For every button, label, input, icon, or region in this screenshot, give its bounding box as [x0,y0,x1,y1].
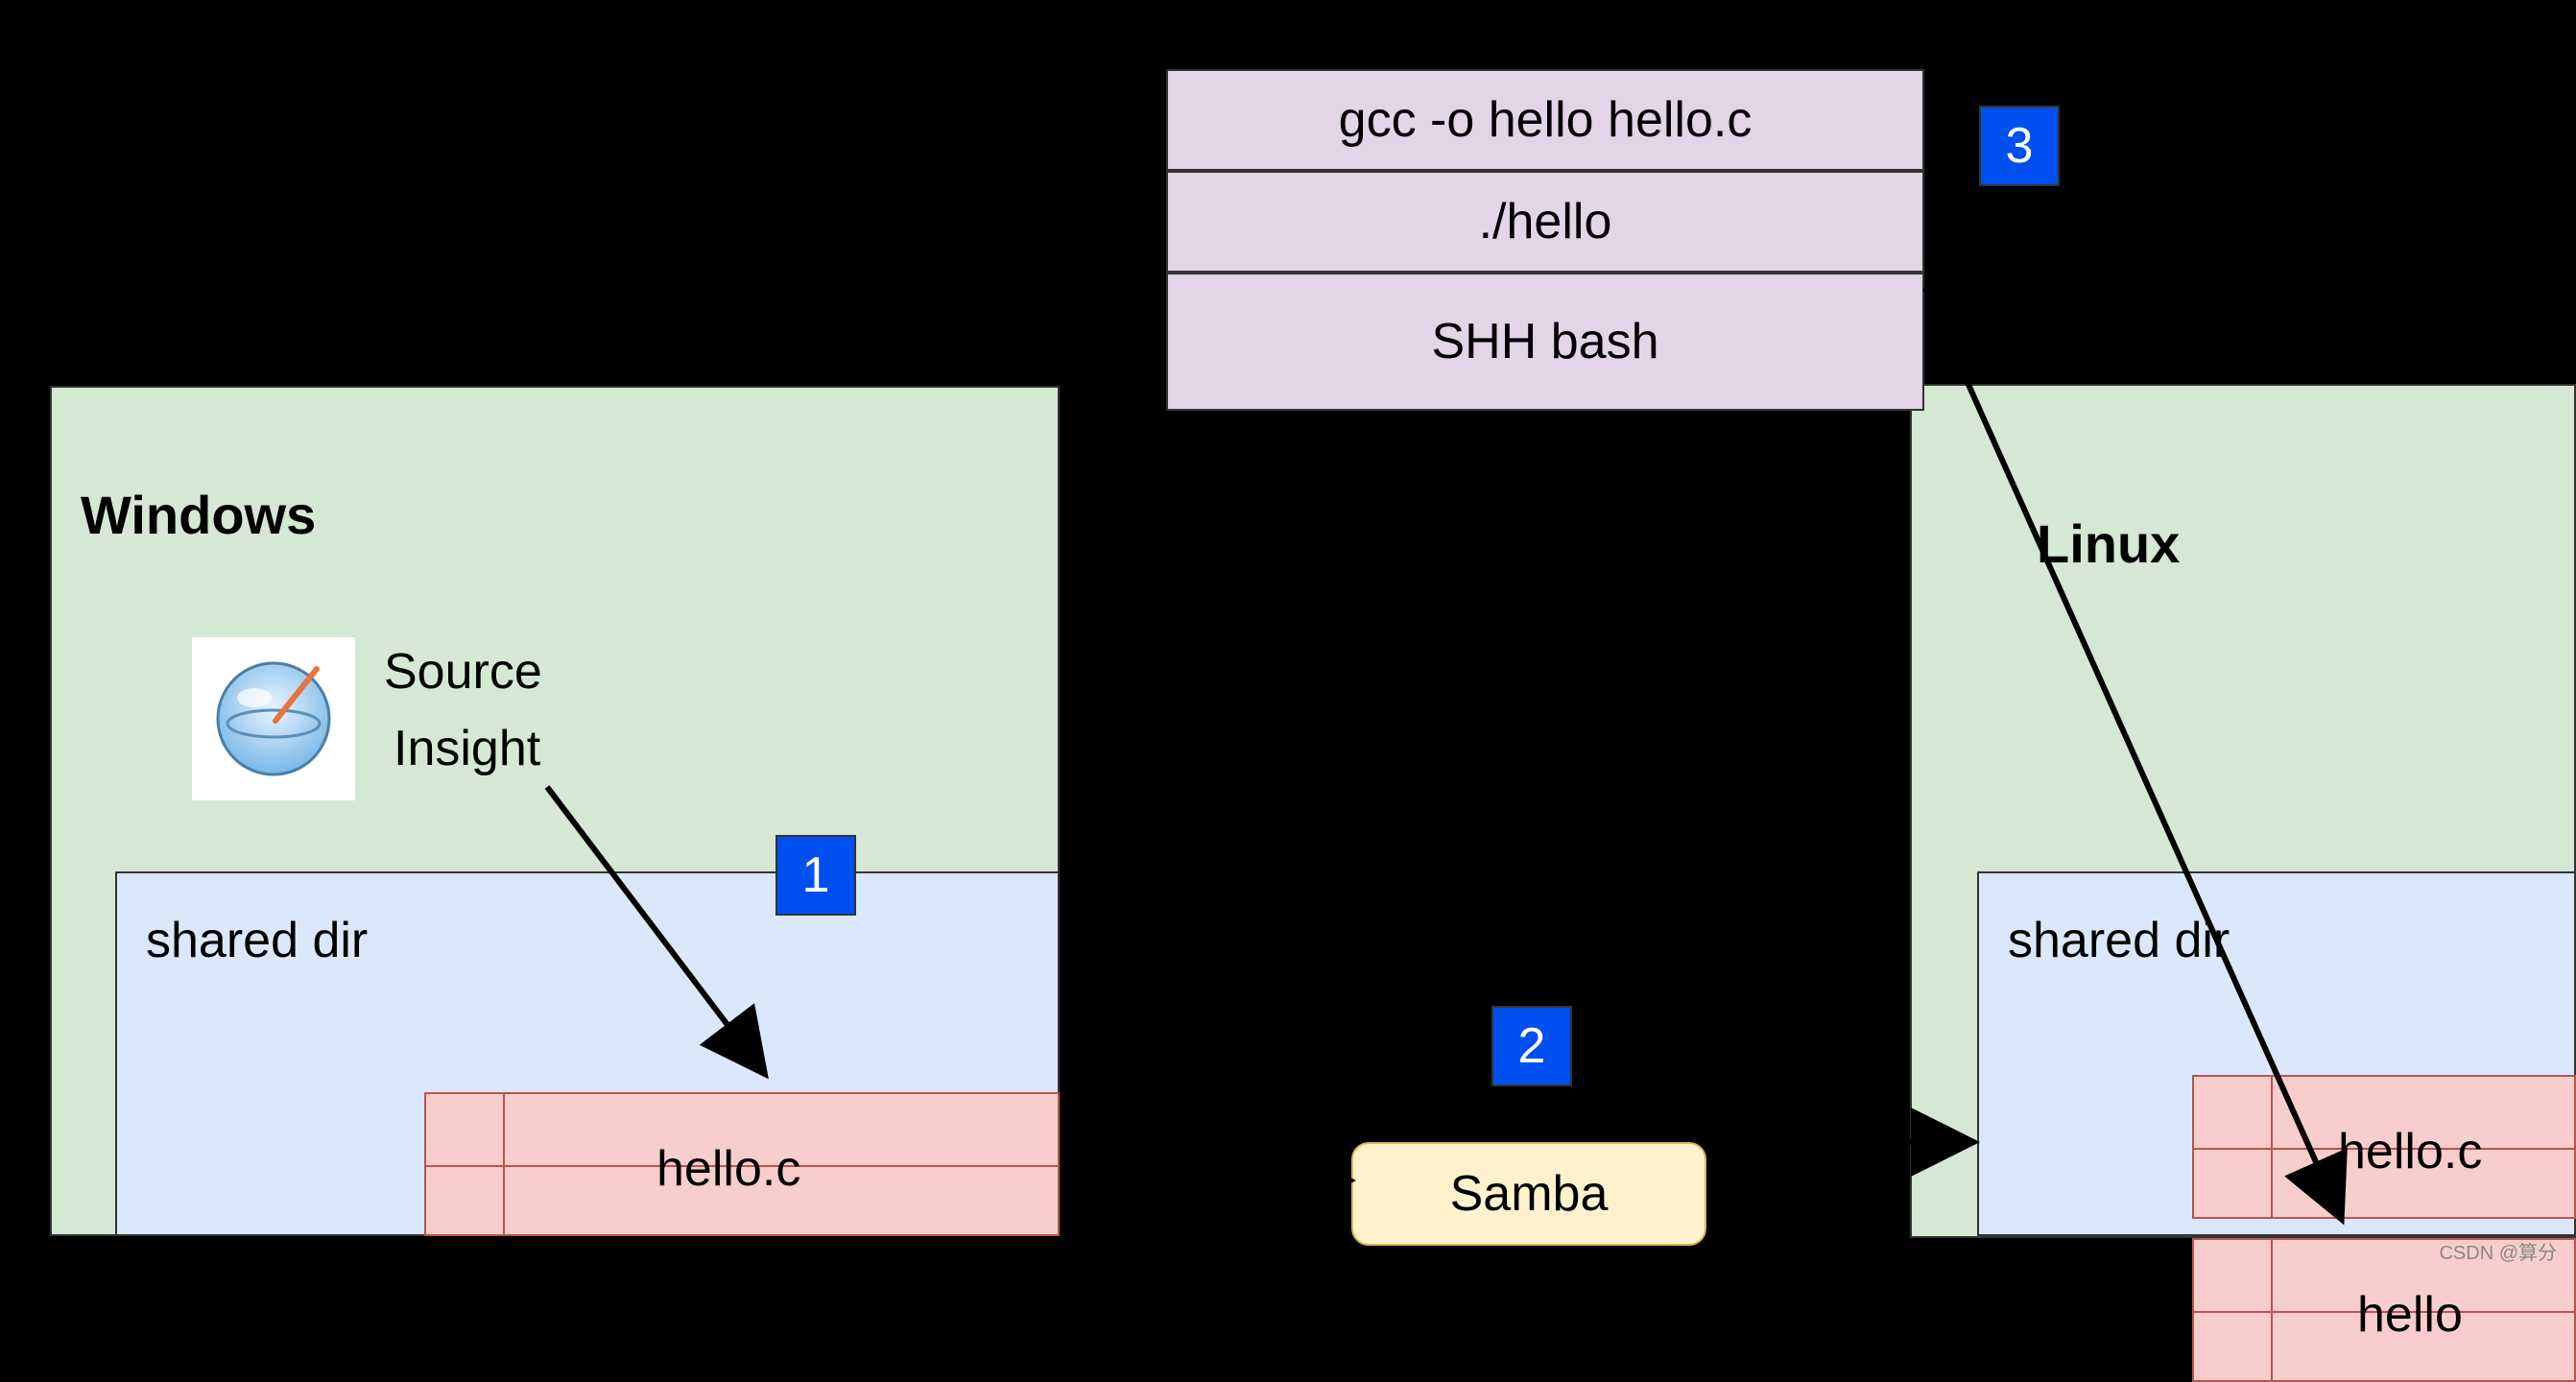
watermark: CSDN @算分 [2439,1237,2557,1265]
linux-file-hello-label: hello [2357,1286,2463,1344]
arrow-ssh-to-linux [0,0,2576,1275]
